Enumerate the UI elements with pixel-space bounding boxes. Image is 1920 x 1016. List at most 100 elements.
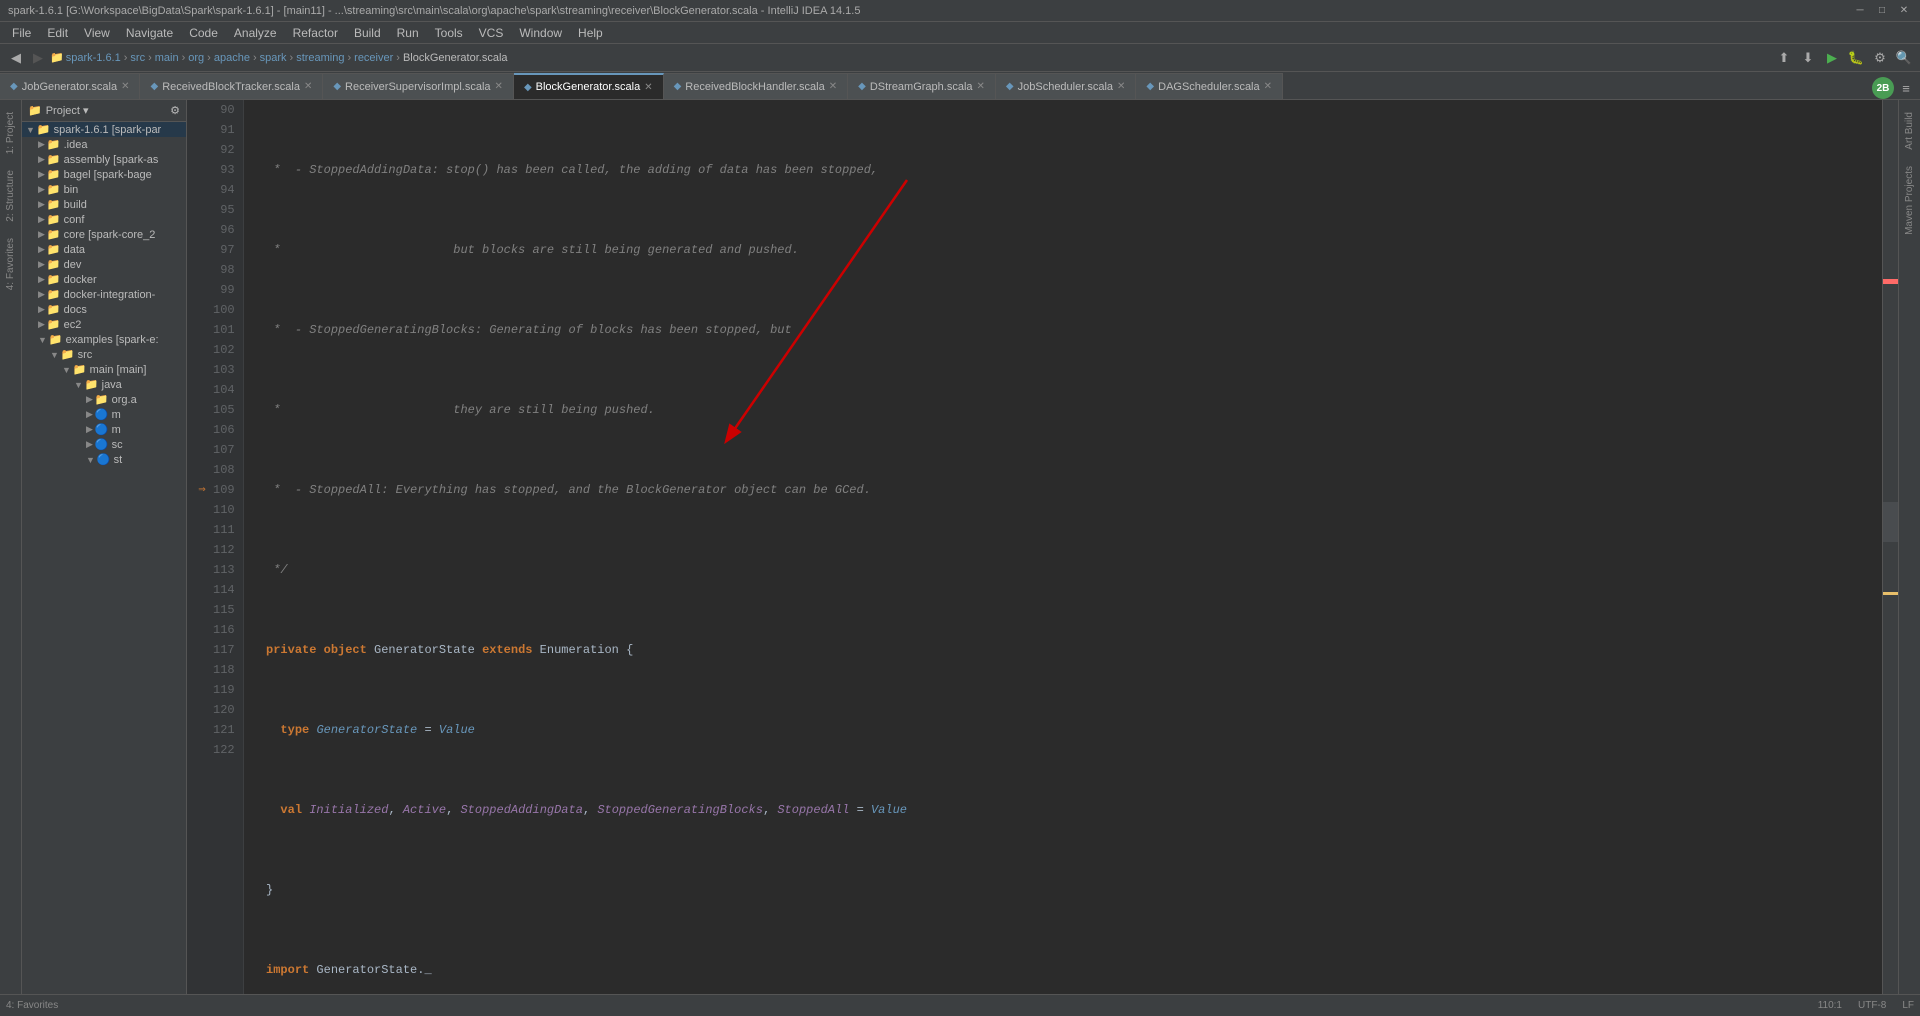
tree-item-main[interactable]: ▼ 📁 main [main] bbox=[22, 362, 186, 377]
menu-help[interactable]: Help bbox=[570, 24, 611, 42]
code-editor[interactable]: 90 91 92 93 94 95 96 97 98 99 100 101 10… bbox=[187, 100, 1882, 994]
tree-item-bin[interactable]: ▶ 📁 bin bbox=[22, 182, 186, 197]
breadcrumb-org[interactable]: org bbox=[188, 52, 204, 64]
minimize-button[interactable]: ─ bbox=[1852, 3, 1868, 19]
tab-receiversupervisor[interactable]: ◆ ReceiverSupervisorImpl.scala ✕ bbox=[323, 73, 514, 99]
menu-code[interactable]: Code bbox=[181, 24, 226, 42]
tree-item-dev[interactable]: ▶ 📁 dev bbox=[22, 257, 186, 272]
breadcrumb-file[interactable]: BlockGenerator.scala bbox=[403, 52, 508, 64]
statusbar: 4: Favorites 110:1 UTF-8 LF bbox=[0, 994, 1920, 1016]
menu-run[interactable]: Run bbox=[389, 24, 427, 42]
tab-receivedblocktracker[interactable]: ◆ ReceivedBlockTracker.scala ✕ bbox=[140, 73, 323, 99]
docs-folder-icon: 📁 bbox=[47, 303, 61, 316]
menu-window[interactable]: Window bbox=[511, 24, 570, 42]
code-content[interactable]: * - StoppedAddingData: stop() has been c… bbox=[244, 100, 1882, 994]
tab-dagscheduler[interactable]: ◆ DAGScheduler.scala ✕ bbox=[1136, 73, 1283, 99]
tab-receivedblockhandler[interactable]: ◆ ReceivedBlockHandler.scala ✕ bbox=[664, 73, 849, 99]
breadcrumb-spark[interactable]: 📁 spark-1.6.1 bbox=[50, 51, 121, 64]
tab-close-rs[interactable]: ✕ bbox=[495, 81, 503, 92]
tab-close-jobgenerator[interactable]: ✕ bbox=[121, 81, 129, 92]
maven-projects-tab[interactable]: Maven Projects bbox=[1902, 158, 1917, 243]
breadcrumb-src[interactable]: src bbox=[130, 52, 145, 64]
tree-item-conf[interactable]: ▶ 📁 conf bbox=[22, 212, 186, 227]
menu-refactor[interactable]: Refactor bbox=[285, 24, 346, 42]
tree-item-core[interactable]: ▶ 📁 core [spark-core_2 bbox=[22, 227, 186, 242]
tab-close-dsg[interactable]: ✕ bbox=[977, 81, 985, 92]
menu-edit[interactable]: Edit bbox=[39, 24, 76, 42]
scroll-down-icon[interactable]: ⬇ bbox=[1798, 48, 1818, 68]
search-icon[interactable]: 🔍 bbox=[1894, 48, 1914, 68]
gutter-103 bbox=[195, 363, 209, 377]
tree-item-src[interactable]: ▼ 📁 src bbox=[22, 347, 186, 362]
tree-item-sc[interactable]: ▶ 🔵 sc bbox=[22, 437, 186, 452]
menubar: File Edit View Navigate Code Analyze Ref… bbox=[0, 22, 1920, 44]
scroll-thumb[interactable] bbox=[1883, 502, 1898, 542]
close-button[interactable]: ✕ bbox=[1896, 3, 1912, 19]
breadcrumb-apache[interactable]: apache bbox=[214, 52, 250, 64]
dev-label: dev bbox=[64, 259, 82, 271]
menu-tools[interactable]: Tools bbox=[427, 24, 471, 42]
build-folder-icon: 📁 bbox=[47, 198, 61, 211]
menu-view[interactable]: View bbox=[76, 24, 118, 42]
run-icon[interactable]: ▶ bbox=[1822, 48, 1842, 68]
tab-close-js[interactable]: ✕ bbox=[1117, 81, 1125, 92]
toolbar-forward-icon[interactable]: ▶ bbox=[28, 48, 48, 68]
breadcrumb-spark2[interactable]: spark bbox=[260, 52, 287, 64]
menu-analyze[interactable]: Analyze bbox=[226, 24, 285, 42]
debug-icon[interactable]: 🐛 bbox=[1846, 48, 1866, 68]
tab-jobgenerator[interactable]: ◆ JobGenerator.scala ✕ bbox=[0, 73, 140, 99]
tree-item-data[interactable]: ▶ 📁 data bbox=[22, 242, 186, 257]
linenum-119: 119 bbox=[195, 680, 235, 700]
gutter-105 bbox=[195, 403, 209, 417]
code-line-92: * - StoppedGeneratingBlocks: Generating … bbox=[252, 320, 1874, 340]
art-build-tab[interactable]: Art Build bbox=[1902, 104, 1917, 158]
breadcrumb-streaming[interactable]: streaming bbox=[296, 52, 344, 64]
tree-item-examples[interactable]: ▼ 📁 examples [spark-e: bbox=[22, 332, 186, 347]
editor-config-icon[interactable]: ≡ bbox=[1896, 78, 1916, 98]
tree-item-docs[interactable]: ▶ 📁 docs bbox=[22, 302, 186, 317]
gutter-120 bbox=[195, 703, 209, 717]
linenum-107: 107 bbox=[195, 440, 235, 460]
breadcrumb-main[interactable]: main bbox=[155, 52, 179, 64]
tree-item-build[interactable]: ▶ 📁 build bbox=[22, 197, 186, 212]
tree-item-m2[interactable]: ▶ 🔵 m bbox=[22, 422, 186, 437]
maximize-button[interactable]: □ bbox=[1874, 3, 1890, 19]
tree-item-docker[interactable]: ▶ 📁 docker bbox=[22, 272, 186, 287]
tree-item-m1[interactable]: ▶ 🔵 m bbox=[22, 407, 186, 422]
scroll-up-icon[interactable]: ⬆ bbox=[1774, 48, 1794, 68]
menu-file[interactable]: File bbox=[4, 24, 39, 42]
tree-item-docker-integration[interactable]: ▶ 📁 docker-integration- bbox=[22, 287, 186, 302]
toolbar-back-icon[interactable]: ◀ bbox=[6, 48, 26, 68]
notification-badge[interactable]: 2B bbox=[1872, 77, 1894, 99]
project-settings-icon[interactable]: ⚙ bbox=[170, 104, 180, 117]
tab-dstreamgraph[interactable]: ◆ DStreamGraph.scala ✕ bbox=[848, 73, 996, 99]
linenum-115: 115 bbox=[195, 600, 235, 620]
tab-close-rbh[interactable]: ✕ bbox=[829, 81, 837, 92]
tree-item-st[interactable]: ▼ 🔵 st bbox=[22, 452, 186, 467]
tree-item-spark[interactable]: ▼ 📁 spark-1.6.1 [spark-par bbox=[22, 122, 186, 137]
tab-blockgenerator[interactable]: ◆ BlockGenerator.scala ✕ bbox=[514, 73, 664, 99]
build-label: build bbox=[64, 199, 87, 211]
settings-icon[interactable]: ⚙ bbox=[1870, 48, 1890, 68]
favorites-tab[interactable]: 4: Favorites bbox=[3, 230, 18, 298]
structure-tab[interactable]: 2: Structure bbox=[3, 162, 18, 230]
tree-item-idea[interactable]: ▶ 📁 .idea bbox=[22, 137, 186, 152]
menu-build[interactable]: Build bbox=[346, 24, 389, 42]
tab-close-bg[interactable]: ✕ bbox=[644, 82, 652, 93]
menu-vcs[interactable]: VCS bbox=[471, 24, 512, 42]
tab-close-dag[interactable]: ✕ bbox=[1264, 81, 1272, 92]
tab-jobscheduler[interactable]: ◆ JobScheduler.scala ✕ bbox=[996, 73, 1137, 99]
tree-item-orga[interactable]: ▶ 📁 org.a bbox=[22, 392, 186, 407]
right-gutter-scrollbar[interactable] bbox=[1882, 100, 1898, 994]
tree-item-java[interactable]: ▼ 📁 java bbox=[22, 377, 186, 392]
breadcrumb-receiver[interactable]: receiver bbox=[354, 52, 393, 64]
tree-item-assembly[interactable]: ▶ 📁 assembly [spark-as bbox=[22, 152, 186, 167]
tree-item-ec2[interactable]: ▶ 📁 ec2 bbox=[22, 317, 186, 332]
tab-close-rbt[interactable]: ✕ bbox=[304, 81, 312, 92]
linenum-111: 111 bbox=[195, 520, 235, 540]
menu-navigate[interactable]: Navigate bbox=[118, 24, 181, 42]
project-tab[interactable]: 1: Project bbox=[3, 104, 18, 162]
tree-item-bagel[interactable]: ▶ 📁 bagel [spark-bage bbox=[22, 167, 186, 182]
linenum-117: 117 bbox=[195, 640, 235, 660]
gutter-96 bbox=[202, 223, 216, 237]
